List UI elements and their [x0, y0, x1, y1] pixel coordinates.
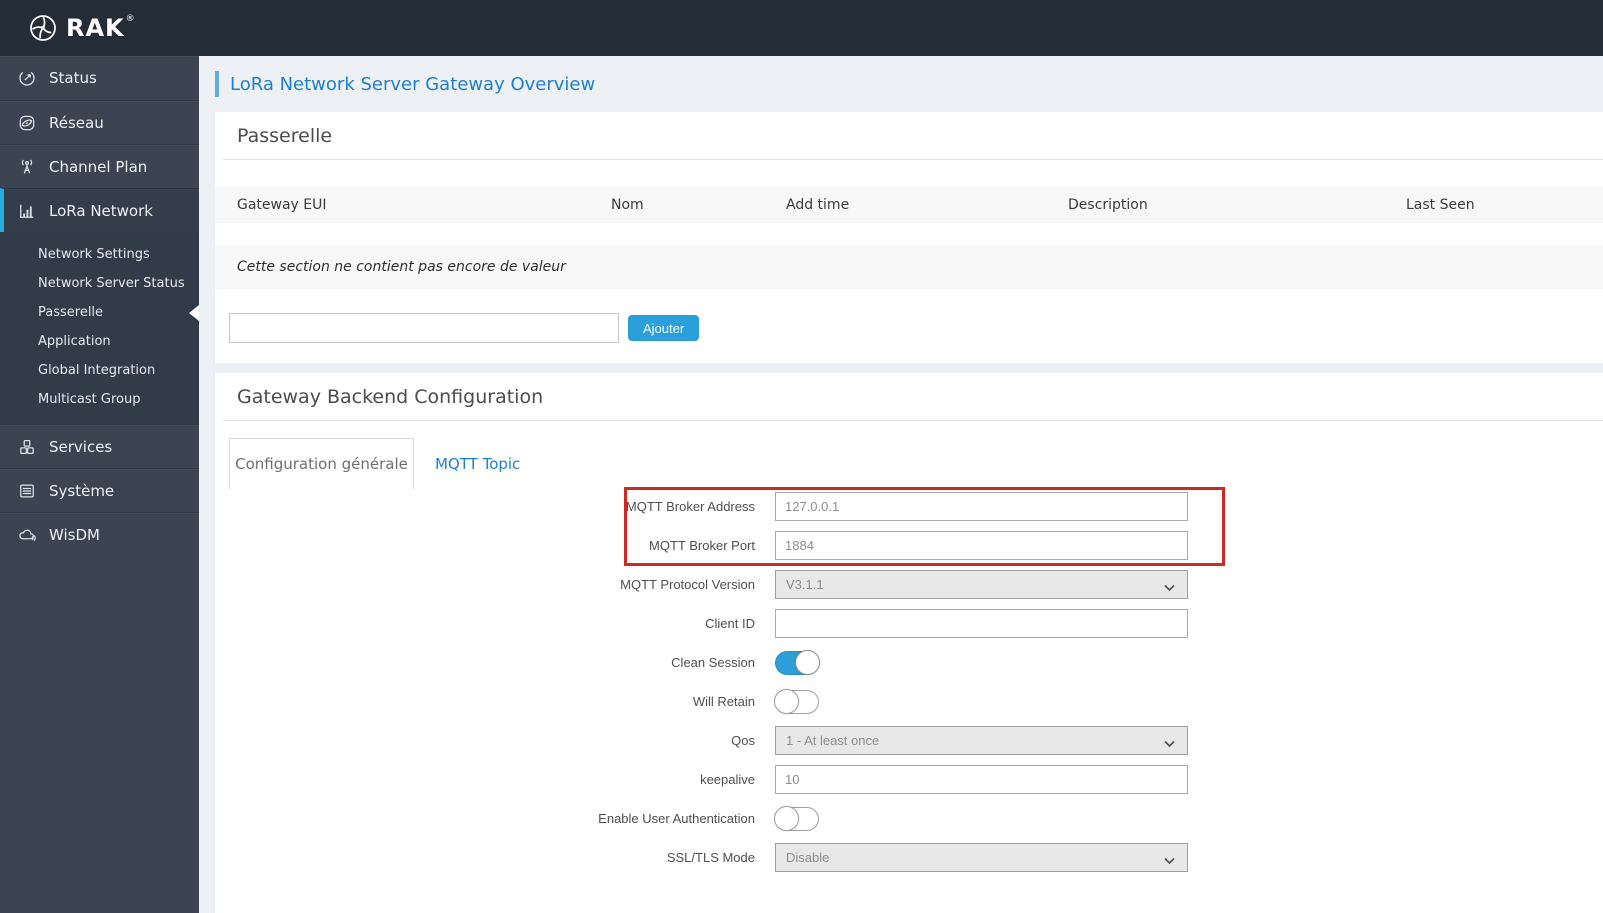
col-gateway-eui: Gateway EUI — [237, 196, 327, 213]
sidebar-item-wisdm[interactable]: WisDM — [0, 512, 199, 556]
sidebar-item-label: WisDM — [49, 525, 100, 544]
toggle-knob — [774, 805, 799, 831]
selected-value: Disable — [786, 850, 830, 865]
ssl-tls-mode-select[interactable]: Disable — [775, 843, 1188, 872]
rak-logo-icon — [30, 15, 56, 41]
qos-select[interactable]: 1 - At least once — [775, 726, 1188, 755]
form-row: Qos 1 - At least once — [215, 726, 1603, 755]
gateway-table-header: Gateway EUI Nom Add time Description Las… — [215, 186, 1603, 223]
main-content: LoRa Network Server Gateway Overview Pas… — [199, 56, 1603, 913]
sidebar-item-label: Réseau — [49, 113, 104, 132]
brand-name: RAK — [66, 14, 125, 42]
col-description: Description — [1068, 196, 1148, 213]
enable-user-authentication-toggle[interactable] — [774, 805, 819, 831]
page-title: LoRa Network Server Gateway Overview — [230, 73, 596, 95]
sidebar-item-systeme[interactable]: Système — [0, 468, 199, 512]
tab-configuration-generale[interactable]: Configuration générale — [229, 438, 414, 489]
gauge-icon — [16, 68, 38, 88]
keepalive-input[interactable] — [775, 765, 1188, 794]
form-row: SSL/TLS Mode Disable — [215, 843, 1603, 872]
empty-message: Cette section ne contient pas encore de … — [237, 259, 566, 275]
mqtt-protocol-version-label: MQTT Protocol Version — [620, 577, 755, 592]
ssl-tls-mode-label: SSL/TLS Mode — [666, 850, 755, 865]
backend-config-card: Gateway Backend Configuration Configurat… — [215, 373, 1603, 913]
backend-tabs: Configuration générale MQTT Topic — [229, 438, 1603, 489]
mqtt-broker-port-input[interactable] — [775, 531, 1188, 560]
toggle-knob — [795, 649, 820, 675]
mqtt-broker-address-label: MQTT Broker Address — [625, 499, 755, 514]
selected-value: 1 - At least once — [786, 733, 880, 748]
lora-network-submenu: Network Settings Network Server Status P… — [0, 232, 199, 424]
chevron-down-icon — [1164, 736, 1175, 751]
mqtt-broker-address-input[interactable] — [775, 492, 1188, 521]
mqtt-protocol-version-select[interactable]: V3.1.1 — [775, 570, 1188, 599]
sidebar-subitem-application[interactable]: Application — [0, 327, 199, 356]
rak-logo: RAK ® — [28, 13, 135, 43]
antenna-icon — [16, 157, 38, 177]
sidebar-subitem-network-settings[interactable]: Network Settings — [0, 240, 199, 269]
backend-config-heading: Gateway Backend Configuration — [223, 373, 1603, 421]
qos-label: Qos — [731, 733, 755, 748]
network-icon — [16, 113, 38, 133]
sidebar: Status Réseau Channel Plan LoRa Network … — [0, 56, 199, 913]
passerelle-card: Passerelle Gateway EUI Nom Add time Desc… — [215, 112, 1603, 363]
backend-form: MQTT Broker Address MQTT Broker Port MQT… — [215, 487, 1603, 872]
mqtt-broker-port-label: MQTT Broker Port — [649, 538, 755, 553]
sidebar-item-label: Services — [49, 437, 113, 456]
client-id-label: Client ID — [705, 616, 755, 631]
title-accent-bar — [215, 71, 219, 97]
sidebar-item-label: Channel Plan — [49, 157, 148, 176]
col-last-seen: Last Seen — [1406, 196, 1475, 213]
sidebar-subitem-multicast-group[interactable]: Multicast Group — [0, 385, 199, 414]
chevron-down-icon — [1164, 580, 1175, 595]
cubes-icon — [16, 437, 38, 457]
server-list-icon — [16, 481, 38, 501]
form-row: MQTT Protocol Version V3.1.1 — [215, 570, 1603, 599]
form-row: Client ID — [215, 609, 1603, 638]
tab-mqtt-topic[interactable]: MQTT Topic — [435, 438, 520, 489]
selected-value: V3.1.1 — [786, 577, 824, 592]
page-title-row: LoRa Network Server Gateway Overview — [199, 56, 1603, 112]
cloud-signal-icon — [16, 525, 38, 545]
sidebar-subitem-passerelle[interactable]: Passerelle — [0, 298, 199, 327]
sidebar-item-status[interactable]: Status — [0, 56, 199, 100]
sidebar-item-lora-network[interactable]: LoRa Network — [0, 188, 199, 232]
form-row: MQTT Broker Address — [215, 492, 1603, 521]
keepalive-label: keepalive — [700, 772, 755, 787]
clean-session-label: Clean Session — [671, 655, 755, 670]
col-add-time: Add time — [786, 196, 850, 213]
chevron-down-icon — [1164, 853, 1175, 868]
sidebar-subitem-network-server-status[interactable]: Network Server Status — [0, 269, 199, 298]
clean-session-toggle[interactable] — [775, 649, 820, 675]
sidebar-subitem-global-integration[interactable]: Global Integration — [0, 356, 199, 385]
will-retain-toggle[interactable] — [774, 688, 819, 714]
bar-chart-icon — [16, 201, 38, 221]
sidebar-item-label: Système — [49, 481, 115, 500]
toggle-knob — [774, 688, 799, 714]
sidebar-item-services[interactable]: Services — [0, 424, 199, 468]
top-header: RAK ® — [0, 0, 1603, 56]
gateway-table-empty-row: Cette section ne contient pas encore de … — [215, 245, 1603, 289]
client-id-input[interactable] — [775, 609, 1188, 638]
form-row: MQTT Broker Port — [215, 531, 1603, 560]
gateway-eui-input[interactable] — [229, 313, 619, 343]
sidebar-item-reseau[interactable]: Réseau — [0, 100, 199, 144]
ajouter-button[interactable]: Ajouter — [628, 315, 700, 341]
sidebar-item-channel-plan[interactable]: Channel Plan — [0, 144, 199, 188]
form-row: keepalive — [215, 765, 1603, 794]
form-row: Clean Session — [215, 648, 1603, 677]
sidebar-item-label: LoRa Network — [49, 201, 153, 220]
passerelle-heading: Passerelle — [223, 112, 1603, 160]
form-row: Enable User Authentication — [215, 804, 1603, 833]
enable-user-authentication-label: Enable User Authentication — [598, 811, 755, 826]
form-row: Will Retain — [215, 687, 1603, 716]
active-item-marker — [189, 304, 199, 321]
gateway-add-row: Ajouter — [229, 313, 1603, 363]
will-retain-label: Will Retain — [692, 694, 755, 709]
sidebar-item-label: Status — [49, 69, 97, 87]
col-nom: Nom — [611, 196, 644, 213]
registered-mark: ® — [125, 14, 135, 24]
